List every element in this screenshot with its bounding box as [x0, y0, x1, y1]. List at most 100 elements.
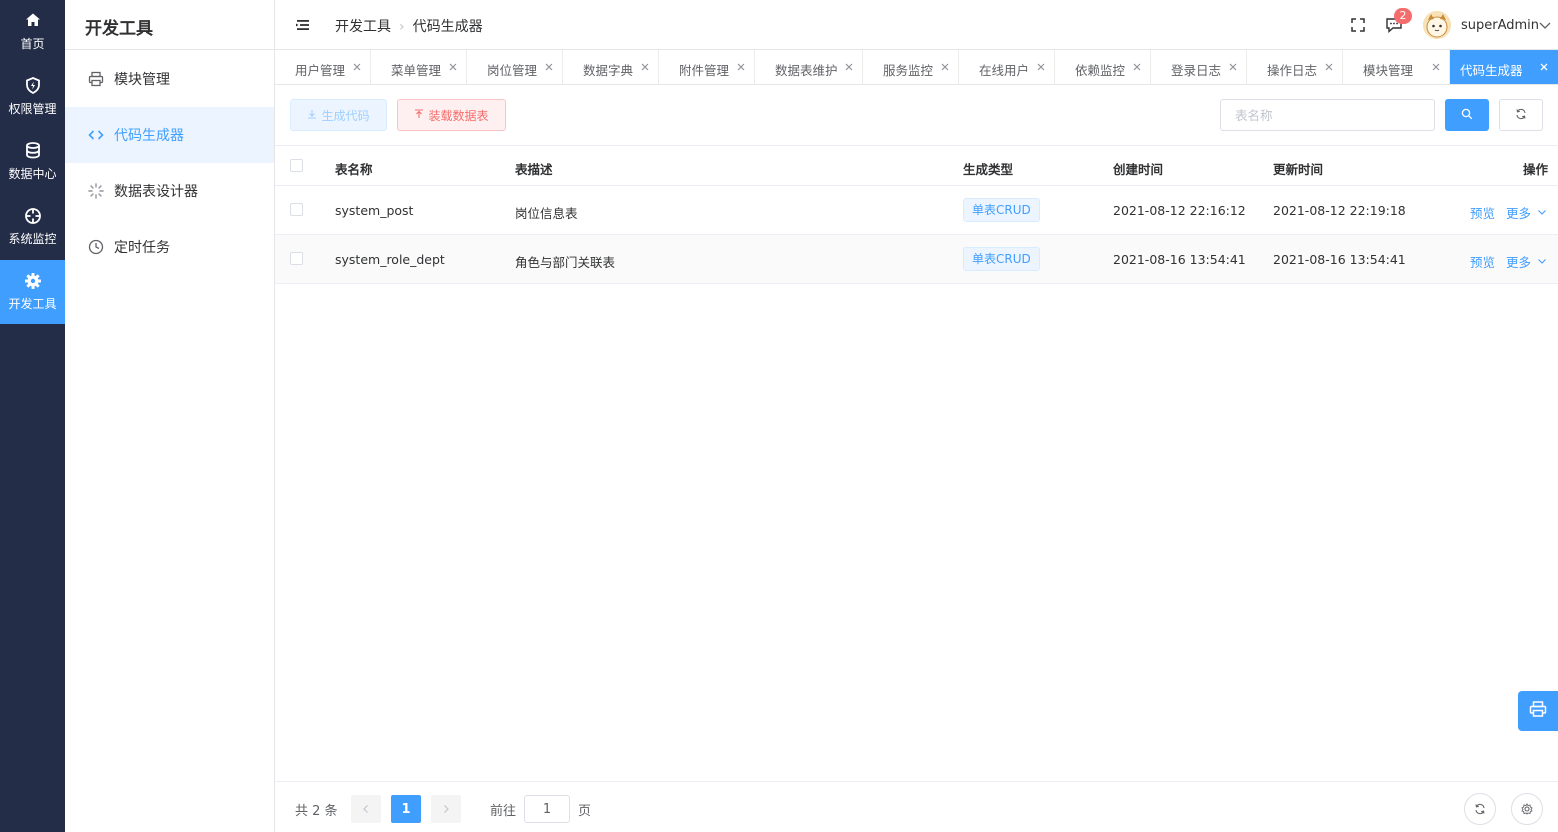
shield-icon	[0, 77, 65, 95]
search-button[interactable]	[1445, 99, 1489, 131]
table-name-search-input[interactable]	[1220, 99, 1435, 131]
tab-menu-management[interactable]: 菜单管理	[371, 50, 467, 84]
close-icon[interactable]	[1035, 61, 1047, 73]
close-icon[interactable]	[843, 61, 855, 73]
gear-icon	[0, 272, 65, 290]
rail-item-home[interactable]: 首页	[0, 0, 65, 64]
tab-label: 附件管理	[679, 63, 730, 78]
select-all-checkbox[interactable]	[290, 159, 303, 172]
refresh-button[interactable]	[1499, 99, 1543, 131]
chevron-down-icon[interactable]	[1537, 255, 1547, 265]
tab-label: 依赖监控	[1075, 63, 1126, 78]
avatar[interactable]	[1423, 11, 1451, 39]
generate-code-label: 生成代码	[321, 108, 370, 123]
tab-service-monitor[interactable]: 服务监控	[863, 50, 959, 84]
next-page-button[interactable]	[431, 795, 461, 823]
tab-attachment-management[interactable]: 附件管理	[659, 50, 755, 84]
fullscreen-icon[interactable]	[1349, 16, 1367, 34]
breadcrumb-current: 代码生成器	[412, 19, 483, 35]
printer-icon	[88, 71, 104, 87]
tab-user-management[interactable]: 用户管理	[275, 50, 371, 84]
loading-icon	[88, 183, 104, 199]
sub-menu-title: 开发工具	[85, 19, 153, 39]
tab-dependency-monitor[interactable]: 依赖监控	[1055, 50, 1151, 84]
table-header: 表名称 表描述 生成类型 创建时间 更新时间 操作	[275, 145, 1558, 186]
cell-updated: 2021-08-12 22:19:18	[1273, 203, 1406, 218]
tab-label: 数据字典	[583, 63, 634, 78]
tab-post-management[interactable]: 岗位管理	[467, 50, 563, 84]
preview-link[interactable]: 预览	[1470, 252, 1495, 271]
upload-icon	[414, 108, 424, 122]
tab-label: 菜单管理	[391, 63, 442, 78]
floating-print-button[interactable]	[1518, 691, 1558, 731]
more-dropdown[interactable]: 更多	[1506, 203, 1531, 222]
close-icon[interactable]	[1323, 61, 1335, 73]
close-icon[interactable]	[447, 61, 459, 73]
tab-label: 模块管理	[1363, 63, 1414, 78]
close-icon[interactable]	[939, 61, 951, 73]
crosshair-icon	[0, 207, 65, 225]
table-row: system_post 岗位信息表 单表CRUD 2021-08-12 22:1…	[275, 186, 1558, 235]
close-icon[interactable]	[351, 61, 363, 73]
close-icon[interactable]	[543, 61, 555, 73]
sub-menu-item-module-management[interactable]: 模块管理	[65, 51, 274, 107]
rail-item-data-center[interactable]: 数据中心	[0, 130, 65, 194]
refresh-icon	[1515, 108, 1527, 123]
sub-menu-item-label: 数据表设计器	[114, 184, 198, 200]
sub-menu-item-code-generator[interactable]: 代码生成器	[65, 107, 274, 163]
tab-data-dictionary[interactable]: 数据字典	[563, 50, 659, 84]
menu-toggle-icon[interactable]	[295, 17, 311, 33]
load-table-button[interactable]: 装载数据表	[397, 99, 506, 131]
message-count-badge: 2	[1394, 8, 1412, 24]
row-checkbox[interactable]	[290, 203, 303, 216]
tab-code-generator[interactable]: 代码生成器	[1450, 50, 1558, 84]
goto-page-suffix: 页	[578, 804, 592, 819]
cell-table-name: system_post	[335, 203, 414, 218]
rail-item-label: 权限管理	[8, 102, 57, 116]
sub-menu-item-scheduled-tasks[interactable]: 定时任务	[65, 219, 274, 275]
gen-type-tag: 单表CRUD	[963, 198, 1040, 222]
main-nav-rail: 首页 权限管理 数据中心 系统监控 开发工具	[0, 0, 65, 832]
breadcrumb-item[interactable]: 开发工具	[335, 19, 391, 35]
close-icon[interactable]	[1227, 61, 1239, 73]
tab-login-log[interactable]: 登录日志	[1151, 50, 1247, 84]
generate-code-button[interactable]: 生成代码	[290, 99, 387, 131]
total-count: 共 2 条	[295, 804, 338, 819]
chevron-down-icon[interactable]	[1537, 206, 1547, 216]
tab-label: 登录日志	[1171, 63, 1222, 78]
close-icon[interactable]	[1430, 61, 1442, 73]
cell-table-name: system_role_dept	[335, 252, 445, 267]
refresh-table-button[interactable]	[1464, 793, 1496, 825]
close-icon[interactable]	[1538, 61, 1550, 73]
prev-page-button[interactable]	[351, 795, 381, 823]
tab-label: 在线用户	[979, 63, 1030, 78]
chevron-right-icon	[444, 805, 449, 813]
rail-item-dev-tools[interactable]: 开发工具	[0, 260, 65, 324]
code-icon	[88, 127, 104, 143]
page-number-button[interactable]: 1	[391, 795, 421, 823]
download-icon	[307, 108, 317, 122]
tab-module-management[interactable]: 模块管理	[1343, 50, 1450, 84]
tabs-bar: 用户管理 菜单管理 岗位管理 数据字典 附件管理 数据表维护 服务监控 在线用户…	[275, 50, 1558, 85]
cell-created: 2021-08-16 13:54:41	[1113, 252, 1246, 267]
tab-online-users[interactable]: 在线用户	[959, 50, 1055, 84]
home-icon	[0, 12, 65, 30]
preview-link[interactable]: 预览	[1470, 203, 1495, 222]
row-checkbox[interactable]	[290, 252, 303, 265]
column-settings-button[interactable]	[1511, 793, 1543, 825]
tab-operation-log[interactable]: 操作日志	[1247, 50, 1343, 84]
close-icon[interactable]	[735, 61, 747, 73]
chevron-down-icon[interactable]	[1539, 19, 1551, 31]
rail-item-monitoring[interactable]: 系统监控	[0, 195, 65, 259]
sub-menu-item-label: 代码生成器	[114, 128, 184, 144]
username[interactable]: superAdmin	[1461, 18, 1539, 33]
cell-table-desc: 岗位信息表	[515, 206, 578, 221]
rail-item-permissions[interactable]: 权限管理	[0, 65, 65, 129]
more-dropdown[interactable]: 更多	[1506, 252, 1531, 271]
tab-table-maintenance[interactable]: 数据表维护	[755, 50, 863, 84]
sub-menu-item-table-designer[interactable]: 数据表设计器	[65, 163, 274, 219]
close-icon[interactable]	[639, 61, 651, 73]
goto-page-input[interactable]	[524, 795, 570, 823]
close-icon[interactable]	[1131, 61, 1143, 73]
settings-icon	[1521, 803, 1533, 815]
